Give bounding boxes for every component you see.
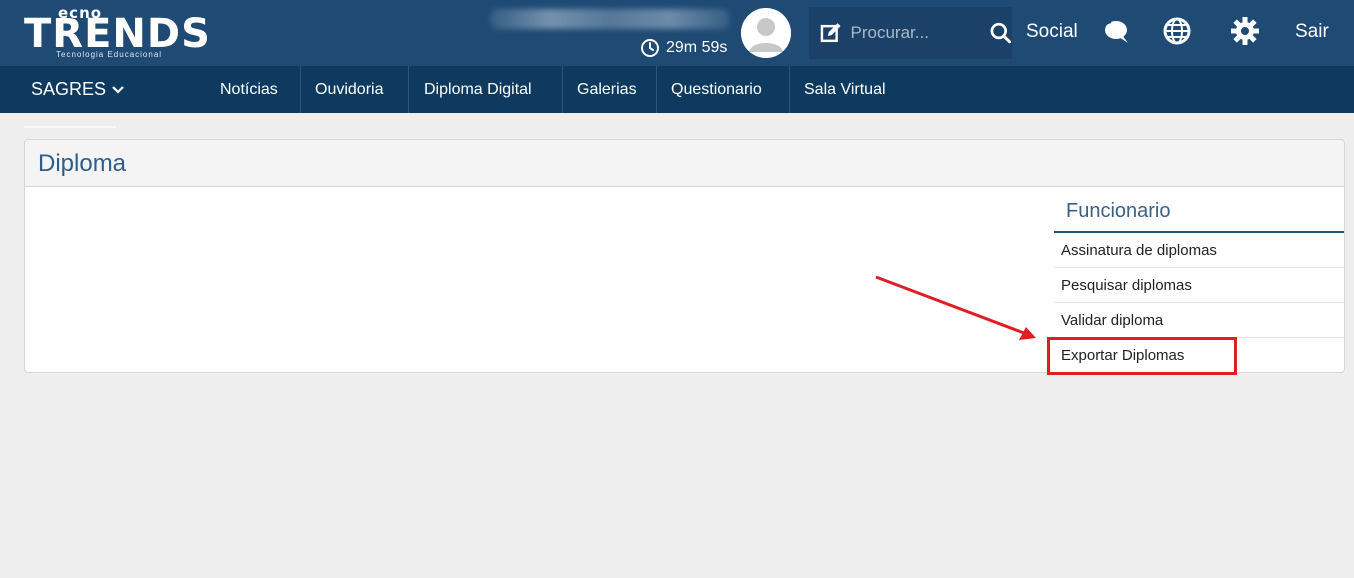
logo-word: TRENDS	[24, 11, 211, 57]
highlight-box	[1047, 337, 1237, 375]
nav-item-diploma-digital[interactable]: Diploma Digital	[410, 66, 546, 113]
chevron-down-icon	[112, 85, 124, 94]
search-box	[809, 7, 1012, 59]
panel-title: Diploma	[38, 150, 127, 177]
search-input[interactable]	[850, 23, 971, 43]
panel-header: Diploma	[25, 140, 1344, 187]
nav-item-questionario[interactable]: Questionario	[657, 66, 776, 113]
sagres-dropdown[interactable]: SAGRES	[31, 79, 124, 100]
logo-tagline: Tecnologia Educacional	[56, 50, 163, 59]
globe-icon[interactable]	[1162, 16, 1192, 46]
nav-item-galerias[interactable]: Galerias	[563, 66, 651, 113]
sidebar-heading: Funcionario	[1054, 191, 1344, 233]
user-name-blurred	[490, 9, 730, 29]
session-timer: 29m 59s	[640, 38, 727, 58]
nav-item-sala-virtual[interactable]: Sala Virtual	[790, 66, 900, 113]
avatar[interactable]	[741, 8, 791, 58]
nav-item-ouvidoria[interactable]: Ouvidoria	[301, 66, 397, 113]
link-validar-diploma[interactable]: Validar diploma	[1054, 303, 1344, 338]
nav-item-noticias[interactable]: Notícias	[206, 66, 292, 113]
tecnotrends-logo[interactable]: ecno TRENDS Tecnologia Educacional	[24, 4, 214, 62]
avatar-icon	[741, 8, 791, 58]
divider-line	[24, 126, 116, 128]
timer-text: 29m 59s	[666, 39, 728, 56]
nav-divider	[408, 66, 409, 113]
sagres-label: SAGRES	[31, 79, 107, 99]
search-icon[interactable]	[989, 21, 1013, 45]
logout-link[interactable]: Sair	[1295, 21, 1329, 43]
main-nav: SAGRES Notícias Ouvidoria Diploma Digita…	[0, 66, 1354, 113]
link-assinatura-de-diplomas[interactable]: Assinatura de diplomas	[1054, 233, 1344, 268]
link-pesquisar-diplomas[interactable]: Pesquisar diplomas	[1054, 268, 1344, 303]
clock-icon	[641, 39, 659, 57]
social-link[interactable]: Social	[1026, 21, 1078, 43]
top-bar: ecno TRENDS Tecnologia Educacional 29m 5…	[0, 0, 1354, 66]
gear-icon[interactable]	[1230, 16, 1260, 46]
chat-icon[interactable]	[1102, 16, 1132, 46]
edit-icon[interactable]	[819, 21, 843, 45]
